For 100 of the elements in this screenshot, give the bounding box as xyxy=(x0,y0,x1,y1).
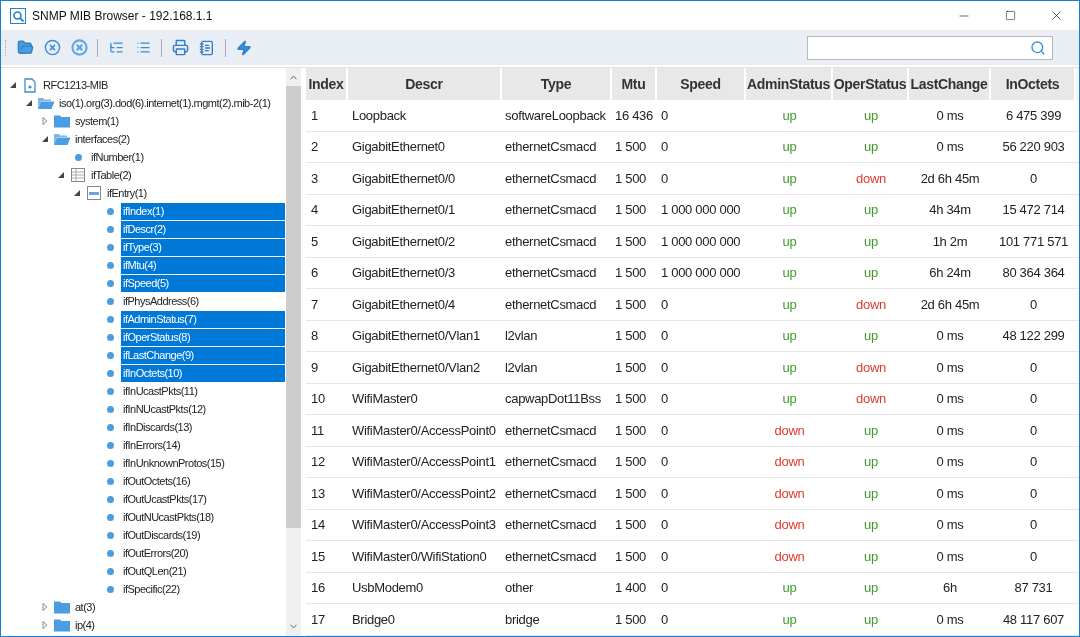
table-cell-text: 0 ms xyxy=(935,138,965,156)
table-cell-text: 0 xyxy=(1029,390,1038,408)
table-cell-text: 12 xyxy=(310,453,326,471)
tree-item[interactable]: RFC1213-MIB xyxy=(41,76,108,94)
tree-item[interactable]: ifOutDiscards(19) xyxy=(121,526,201,544)
collapse-arrow-icon[interactable] xyxy=(9,81,17,89)
tree-item[interactable]: ifNumber(1) xyxy=(89,148,144,166)
table-cell-text: l2vlan xyxy=(504,358,539,377)
table-cell-text: 0 xyxy=(660,169,669,188)
tree-item[interactable]: ifInUnknownProtos(15) xyxy=(121,454,225,472)
tree-item[interactable]: ifIndex(1) xyxy=(121,202,285,220)
table-cell-text: 1 500 xyxy=(614,295,648,314)
table-cell-text: 0 xyxy=(660,358,669,377)
column-header[interactable]: Speed xyxy=(657,68,746,100)
table-cell-text: 4h 34m xyxy=(928,201,972,219)
tree-item[interactable]: ifOutUcastPkts(17) xyxy=(121,490,207,508)
column-header[interactable]: LastChange xyxy=(909,68,991,100)
tree-item[interactable]: ifSpeed(5) xyxy=(121,274,285,292)
file-icon xyxy=(24,77,36,93)
table-cell-text: 6 xyxy=(310,264,319,282)
collapse-arrow-icon[interactable] xyxy=(73,189,81,197)
expand-arrow-icon[interactable] xyxy=(41,117,49,125)
table-cell-text: 14 xyxy=(310,516,326,534)
scrollbar[interactable] xyxy=(286,68,301,636)
column-header[interactable]: Type xyxy=(502,68,612,100)
table-cell-text: 1 500 xyxy=(614,201,648,219)
tree-item[interactable]: system(1) xyxy=(73,112,119,130)
collapse-arrow-icon[interactable] xyxy=(41,135,49,143)
expand-arrow-icon[interactable] xyxy=(41,621,49,629)
table-cell-text: up xyxy=(863,547,879,566)
tree-item[interactable]: ifOutErrors(20) xyxy=(121,544,189,562)
table-cell-text: ethernetCsmacd xyxy=(504,453,598,471)
search-field[interactable] xyxy=(807,35,1053,60)
collapse-arrow-icon[interactable] xyxy=(25,99,33,107)
tree-item[interactable]: ifOutNUcastPkts(18) xyxy=(121,508,214,526)
table-cell-text: 2 xyxy=(310,138,319,156)
table-cell-text: 0 xyxy=(660,138,669,156)
tree-item[interactable]: ifInUcastPkts(11) xyxy=(121,382,198,400)
tree-item[interactable]: ifEntry(1) xyxy=(105,184,147,202)
search-icon[interactable] xyxy=(1030,39,1046,56)
column-header[interactable]: Descr xyxy=(348,68,502,100)
tree-item[interactable]: ifOperStatus(8) xyxy=(121,328,285,346)
folder-icon xyxy=(53,618,71,632)
table-cell-text: 3 xyxy=(310,169,319,188)
table-cell-text: 1 500 xyxy=(614,547,648,566)
table-cell-text: 0 xyxy=(660,106,669,125)
column-header[interactable]: InOctets xyxy=(991,68,1076,100)
table-cell-text: 0 ms xyxy=(935,390,965,408)
table-cell-text: 0 ms xyxy=(935,610,965,629)
folder-icon xyxy=(53,114,71,128)
table-cell-text: 0 xyxy=(1029,295,1038,314)
table-cell-text: up xyxy=(863,106,879,125)
folder-open-icon xyxy=(37,96,55,110)
tree-item[interactable]: iso(1).org(3).dod(6).internet(1).mgmt(2).mib-2(1) xyxy=(57,94,271,112)
tree-item[interactable]: ifInOctets(10) xyxy=(121,364,285,382)
column-header[interactable]: OperStatus xyxy=(833,68,909,100)
tree-item[interactable]: ifTable(2) xyxy=(89,166,132,184)
table-cell-text: up xyxy=(863,327,879,345)
table-cell-text: 1h 2m xyxy=(931,232,969,251)
table-cell-text: 0 ms xyxy=(935,358,965,377)
tree-item[interactable]: ifOutQLen(21) xyxy=(121,562,187,580)
column-header[interactable]: Index xyxy=(306,68,348,100)
table-cell-text: Bridge0 xyxy=(351,610,396,629)
table-cell-text: down xyxy=(773,453,806,471)
table-cell-text: up xyxy=(781,169,798,188)
column-header[interactable]: Mtu xyxy=(612,68,657,100)
table-cell-text: 0 xyxy=(660,295,669,314)
tree-item[interactable]: interfaces(2) xyxy=(73,130,130,148)
tree-item[interactable]: ifSpecific(22) xyxy=(121,580,180,598)
table-cell-text: 5 xyxy=(310,232,319,251)
table-cell-text: 0 xyxy=(1029,169,1038,188)
collapse-arrow-icon[interactable] xyxy=(57,171,65,179)
table-cell-text: 15 472 714 xyxy=(1001,201,1066,219)
tree-item[interactable]: ifDescr(2) xyxy=(121,220,285,238)
tree-item[interactable]: ifLastChange(9) xyxy=(121,346,285,364)
tree-item[interactable]: ifOutOctets(16) xyxy=(121,472,191,490)
table-cell-text: ethernetCsmacd xyxy=(504,264,598,282)
table-cell-text: 1 500 xyxy=(614,358,648,377)
tree-item[interactable]: ifType(3) xyxy=(121,238,285,256)
table-cell-text: 0 xyxy=(660,390,669,408)
tree-item[interactable]: ifAdminStatus(7) xyxy=(121,310,285,328)
tree-item[interactable]: ifInErrors(14) xyxy=(121,436,181,454)
table-cell-text: WifiMaster0 xyxy=(351,390,419,408)
tree-item[interactable]: at(3) xyxy=(73,598,96,616)
column-header[interactable]: AdminStatus xyxy=(746,68,833,100)
expand-arrow-icon[interactable] xyxy=(41,603,49,611)
tree-item[interactable]: ifPhysAddress(6) xyxy=(121,292,199,310)
table-cell-text: 1 500 xyxy=(614,516,648,534)
folder-open-icon xyxy=(53,132,71,146)
maximize-icon[interactable] xyxy=(1004,10,1016,21)
table-cell-text: up xyxy=(781,610,798,629)
tree-item[interactable]: ifInNUcastPkts(12) xyxy=(121,400,206,418)
table-cell-text: 101 771 571 xyxy=(998,232,1069,251)
tree-item[interactable]: ifInDiscards(13) xyxy=(121,418,193,436)
table-cell-text: 0 xyxy=(660,484,669,503)
tree-item[interactable]: ifMtu(4) xyxy=(121,256,285,274)
tree-item[interactable]: ip(4) xyxy=(73,616,95,634)
table-cell-text: bridge xyxy=(504,610,541,629)
table-cell-text: WifiMaster0/AccessPoint0 xyxy=(351,421,497,440)
table-cell-text: up xyxy=(781,264,798,282)
